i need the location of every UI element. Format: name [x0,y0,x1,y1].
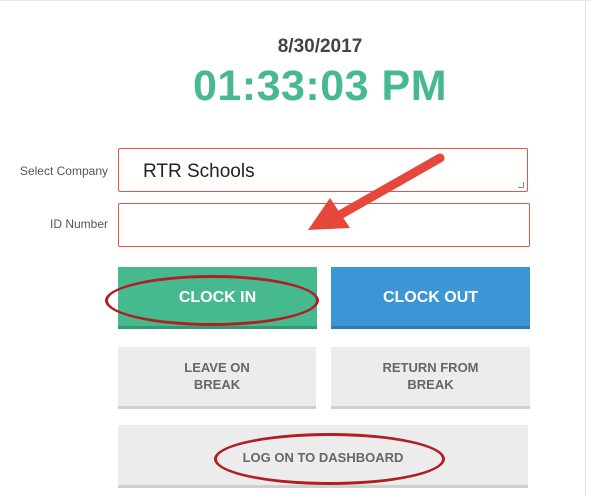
id-number-label: ID Number [49,217,108,231]
company-label: Select Company [19,164,108,178]
resize-handle-icon [518,182,524,188]
return-from-break-label-line1: RETURN FROM [382,360,479,375]
panel-divider [585,0,586,496]
current-time: 01:33:03 PM [192,62,448,110]
log-on-to-dashboard-button[interactable]: LOG ON TO DASHBOARD [118,425,528,488]
company-select-value: RTR Schools [143,161,255,182]
leave-on-break-label-line1: LEAVE ON [184,360,250,375]
clock-out-button[interactable]: CLOCK OUT [331,267,530,329]
return-from-break-button[interactable]: RETURN FROM BREAK [331,347,530,409]
clock-in-button[interactable]: CLOCK IN [118,267,317,329]
return-from-break-label-line2: BREAK [407,377,454,392]
annotation-arrow-icon [308,153,445,230]
leave-on-break-button[interactable]: LEAVE ON BREAK [118,347,316,409]
leave-on-break-label-line2: BREAK [193,377,241,392]
current-date: 8/30/2017 [277,36,363,57]
